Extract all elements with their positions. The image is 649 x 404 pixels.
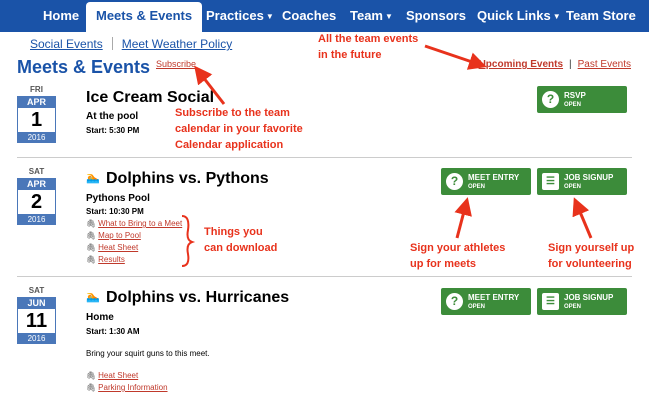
page-title: Meets & Events	[17, 57, 151, 77]
button-status: OPEN	[564, 304, 582, 310]
meet-entry-button[interactable]: ? MEET ENTRY OPEN	[441, 288, 531, 315]
event-date: FRI APR 1 2016	[17, 84, 56, 143]
chevron-down-icon: ▼	[552, 12, 561, 21]
paperclip-icon: 🖇	[86, 371, 97, 380]
list-item: 🖇 Map to Pool	[86, 230, 182, 242]
paperclip-icon: 🖇	[86, 219, 97, 228]
event-start: Start: 5:30 PM	[86, 126, 140, 135]
button-status: OPEN	[564, 102, 582, 108]
day-number: 1	[17, 108, 56, 132]
chevron-down-icon: ▼	[385, 12, 393, 21]
month: JUN	[17, 297, 56, 309]
event-date: SAT APR 2 2016	[17, 166, 56, 225]
button-label: JOB SIGNUP	[564, 293, 614, 302]
list-item: 🖇 Heat Sheet	[86, 242, 182, 254]
year: 2016	[17, 132, 56, 143]
day-of-week: SAT	[28, 286, 45, 295]
button-status: OPEN	[468, 304, 486, 310]
button-label: JOB SIGNUP	[564, 173, 614, 182]
clipboard-icon: ☰	[542, 173, 559, 190]
brace	[181, 215, 196, 267]
divider	[17, 276, 632, 277]
arrow	[572, 197, 593, 239]
year: 2016	[17, 214, 56, 225]
annotation-sign-yourself: Sign yourself up for volunteering	[548, 242, 635, 270]
event-start: Start: 1:30 AM	[86, 327, 140, 336]
download-link[interactable]: Heat Sheet	[98, 371, 138, 380]
filter-separator: |	[569, 59, 572, 70]
nav-team[interactable]: Team ▼	[350, 0, 393, 32]
button-label: MEET ENTRY	[468, 173, 520, 182]
button-label: RSVP	[564, 91, 586, 100]
top-nav: Home Meets & Events Practices ▼ Coaches T…	[0, 0, 649, 32]
event-filters: Upcoming Events | Past Events	[479, 59, 631, 70]
paperclip-icon: 🖇	[86, 231, 97, 240]
meet-weather-policy-link[interactable]: Meet Weather Policy	[122, 37, 233, 51]
download-link[interactable]: Map to Pool	[98, 231, 141, 240]
list-item: 🖇 Heat Sheet	[86, 370, 168, 382]
annotation-downloads: Things you can download	[204, 226, 278, 254]
annotation-team-events: All the team events in the future	[318, 33, 419, 61]
button-label: MEET ENTRY	[468, 293, 520, 302]
annotation-subscribe: Subscribe to the team calendar in your fa…	[175, 107, 303, 151]
month: APR	[17, 96, 56, 108]
question-icon: ?	[446, 173, 463, 190]
rsvp-button[interactable]: ? RSVP OPEN	[537, 86, 627, 113]
download-link[interactable]: Parking Information	[98, 383, 167, 392]
button-status: OPEN	[468, 184, 486, 190]
list-item: 🖇 Results	[86, 254, 182, 266]
nav-team-store[interactable]: Team Store	[566, 0, 636, 32]
event-title[interactable]: 🏊 Dolphins vs. Hurricanes	[86, 289, 289, 307]
swimmer-icon: 🏊	[86, 172, 100, 184]
day-number: 2	[17, 190, 56, 214]
month: APR	[17, 178, 56, 190]
list-item: 🖇 What to Bring to a Meet	[86, 218, 182, 230]
subscribe-link[interactable]: Subscribe	[156, 59, 196, 69]
day-of-week: FRI	[30, 85, 43, 94]
download-link[interactable]: What to Bring to a Meet	[98, 219, 182, 228]
event-description: Bring your squirt guns to this meet.	[86, 349, 210, 358]
job-signup-button[interactable]: ☰ JOB SIGNUP OPEN	[537, 168, 627, 195]
nav-sponsors[interactable]: Sponsors	[406, 0, 466, 32]
past-events-link[interactable]: Past Events	[578, 59, 631, 70]
chevron-down-icon: ▼	[265, 12, 274, 21]
divider	[17, 157, 632, 158]
event-date: SAT JUN 11 2016	[17, 285, 56, 344]
arrow	[424, 44, 487, 70]
sub-nav: Social Events Meet Weather Policy	[30, 37, 232, 51]
arrow	[454, 197, 472, 239]
year: 2016	[17, 333, 56, 344]
divider	[111, 37, 113, 50]
clipboard-icon: ☰	[542, 293, 559, 310]
question-icon: ?	[542, 91, 559, 108]
nav-home[interactable]: Home	[43, 0, 79, 32]
event-location: At the pool	[86, 111, 139, 122]
question-icon: ?	[446, 293, 463, 310]
upcoming-events-link[interactable]: Upcoming Events	[479, 59, 563, 70]
paperclip-icon: 🖇	[86, 255, 97, 264]
paperclip-icon: 🖇	[86, 383, 97, 392]
event-downloads: 🖇 What to Bring to a Meet 🖇 Map to Pool 🖇 H…	[86, 218, 182, 266]
paperclip-icon: 🖇	[86, 243, 97, 252]
download-link[interactable]: Heat Sheet	[98, 243, 138, 252]
nav-coaches[interactable]: Coaches	[282, 0, 336, 32]
swimmer-icon: 🏊	[86, 291, 100, 303]
event-title[interactable]: 🏊 Dolphins vs. Pythons	[86, 170, 269, 188]
event-start: Start: 10:30 PM	[86, 207, 144, 216]
social-events-link[interactable]: Social Events	[30, 37, 103, 51]
event-location: Pythons Pool	[86, 193, 150, 204]
nav-meets-events[interactable]: Meets & Events	[86, 2, 203, 32]
event-location: Home	[86, 312, 114, 323]
annotation-sign-athletes: Sign your athletes up for meets	[410, 242, 506, 270]
meet-entry-button[interactable]: ? MEET ENTRY OPEN	[441, 168, 531, 195]
day-number: 11	[17, 309, 56, 333]
event-downloads: 🖇 Heat Sheet 🖇 Parking Information	[86, 370, 168, 394]
day-of-week: SAT	[28, 167, 45, 176]
button-status: OPEN	[564, 184, 582, 190]
job-signup-button[interactable]: ☰ JOB SIGNUP OPEN	[537, 288, 627, 315]
nav-practices[interactable]: Practices ▼	[206, 0, 274, 32]
list-item: 🖇 Parking Information	[86, 382, 168, 394]
download-link[interactable]: Results	[98, 255, 125, 264]
nav-quick-links[interactable]: Quick Links ▼	[477, 0, 561, 32]
